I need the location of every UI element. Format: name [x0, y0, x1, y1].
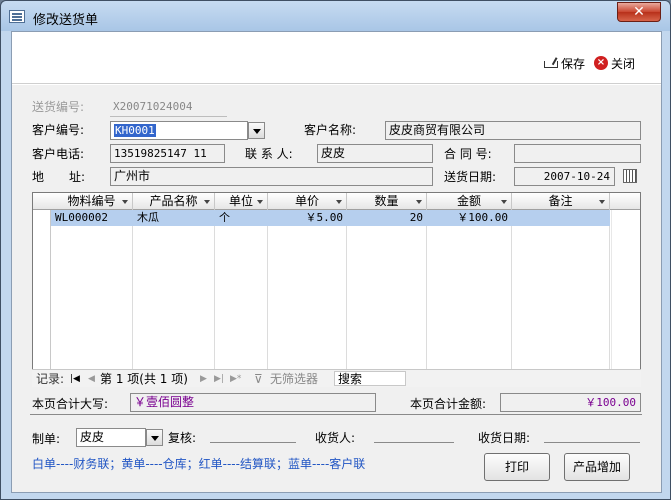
- edit-delivery-window: 修改送货单 ✕ 保存 × 关闭 送货编号: X20071024004 客户编号:…: [0, 0, 671, 500]
- receiver-field[interactable]: [374, 442, 454, 443]
- record-label: 记录:: [36, 372, 65, 386]
- add-product-button[interactable]: 产品增加: [564, 453, 630, 481]
- col-header-unit[interactable]: 单位: [215, 193, 268, 210]
- record-position[interactable]: 第 1 项(共 1 项): [100, 371, 188, 387]
- calendar-icon[interactable]: [623, 169, 637, 183]
- total-upper-field: ￥壹佰圆整: [130, 393, 376, 412]
- reviewer-field[interactable]: [210, 442, 296, 443]
- search-input[interactable]: 搜索: [334, 371, 406, 386]
- record-navigator: 记录: |◀ ◀ 第 1 项(共 1 项) ▶ ▶| ▶* ⊽ 无筛选器 搜索: [32, 369, 641, 387]
- save-icon: [542, 56, 558, 70]
- col-header-price[interactable]: 单价: [268, 193, 347, 210]
- toolbar: 保存 × 关闭: [12, 32, 661, 84]
- receive-date-label: 收货日期:: [478, 431, 531, 445]
- prev-record-icon[interactable]: ◀: [88, 371, 95, 387]
- detail-grid: 物料编号 产品名称 单位 单价 数量 金额 备注 WL000002 木瓜 个 ￥…: [32, 192, 641, 387]
- new-record-icon[interactable]: ▶*: [230, 371, 241, 387]
- close-icon: ×: [594, 56, 608, 70]
- receiver-label: 收货人:: [315, 431, 356, 445]
- cell-product-name[interactable]: 木瓜: [137, 210, 159, 226]
- filter-icon: ⊽: [254, 372, 263, 386]
- form-icon: [9, 10, 25, 23]
- cell-material-code[interactable]: WL000002: [55, 210, 108, 226]
- maker-label: 制单:: [32, 432, 61, 446]
- next-record-icon[interactable]: ▶: [200, 371, 207, 387]
- first-record-icon[interactable]: |◀: [70, 371, 80, 387]
- customer-name-field[interactable]: 皮皮商贸有限公司: [385, 121, 641, 140]
- row-selector-column[interactable]: [33, 193, 51, 386]
- save-label: 保存: [561, 56, 586, 71]
- col-header-product-name[interactable]: 产品名称: [133, 193, 215, 210]
- form-client-area: 保存 × 关闭 送货编号: X20071024004 客户编号: KH0001 …: [11, 31, 662, 493]
- delivery-date-field[interactable]: 2007-10-24: [514, 167, 615, 186]
- cell-price[interactable]: ￥5.00: [268, 210, 344, 226]
- col-header-qty[interactable]: 数量: [347, 193, 427, 210]
- cell-qty[interactable]: 20: [347, 210, 423, 226]
- print-button[interactable]: 打印: [484, 453, 550, 481]
- contact-label: 联 系 人:: [245, 147, 293, 161]
- window-close-button[interactable]: ✕: [617, 2, 661, 22]
- close-button[interactable]: × 关闭: [594, 54, 635, 72]
- customer-no-value: KH0001: [114, 124, 156, 137]
- close-label: 关闭: [611, 56, 636, 71]
- customer-phone-label: 客户电话:: [32, 147, 85, 161]
- cell-amount[interactable]: ￥100.00: [427, 210, 508, 226]
- maker-combo[interactable]: 皮皮: [76, 428, 146, 447]
- address-field[interactable]: 广州市: [110, 167, 433, 186]
- address-label-b: 址:: [69, 170, 86, 184]
- save-button[interactable]: 保存: [542, 54, 585, 72]
- delivery-no-label: 送货编号:: [32, 100, 85, 114]
- address-label-a: 地: [32, 170, 45, 184]
- customer-no-label: 客户编号:: [32, 123, 85, 137]
- customer-name-label: 客户名称:: [304, 123, 357, 137]
- reviewer-label: 复核:: [168, 431, 197, 445]
- contract-label: 合 同 号:: [444, 147, 492, 161]
- total-amount-label: 本页合计金额:: [410, 397, 487, 411]
- delivery-date-label: 送货日期:: [444, 170, 497, 184]
- customer-phone-field[interactable]: 13519825147 11: [110, 144, 225, 163]
- contract-field[interactable]: [514, 144, 641, 163]
- total-upper-label: 本页合计大写:: [32, 397, 109, 411]
- grid-vertical-scrollbar[interactable]: [611, 210, 640, 369]
- col-header-amount[interactable]: 金额: [427, 193, 512, 210]
- total-amount-field: ￥100.00: [500, 393, 641, 412]
- copy-color-note: 白单----财务联；黄单----仓库；红单----结算联；蓝单----客户联: [32, 457, 366, 471]
- last-record-icon[interactable]: ▶|: [214, 371, 224, 387]
- divider: [30, 414, 642, 415]
- grid-header: 物料编号 产品名称 单位 单价 数量 金额 备注: [33, 193, 640, 210]
- cell-unit[interactable]: 个: [219, 210, 230, 226]
- contact-field[interactable]: 皮皮: [317, 144, 433, 163]
- receive-date-field[interactable]: [544, 442, 640, 443]
- no-filter-label[interactable]: 无筛选器: [270, 371, 318, 387]
- maker-dropdown-button[interactable]: [146, 429, 163, 446]
- customer-no-dropdown-button[interactable]: [248, 122, 265, 139]
- customer-no-combo[interactable]: KH0001: [110, 121, 248, 140]
- delivery-no-field: X20071024004: [110, 98, 227, 117]
- title-bar: 修改送货单 ✕: [1, 1, 670, 31]
- window-title: 修改送货单: [33, 13, 99, 28]
- col-header-material-code[interactable]: 物料编号: [51, 193, 133, 210]
- col-header-note[interactable]: 备注: [512, 193, 610, 210]
